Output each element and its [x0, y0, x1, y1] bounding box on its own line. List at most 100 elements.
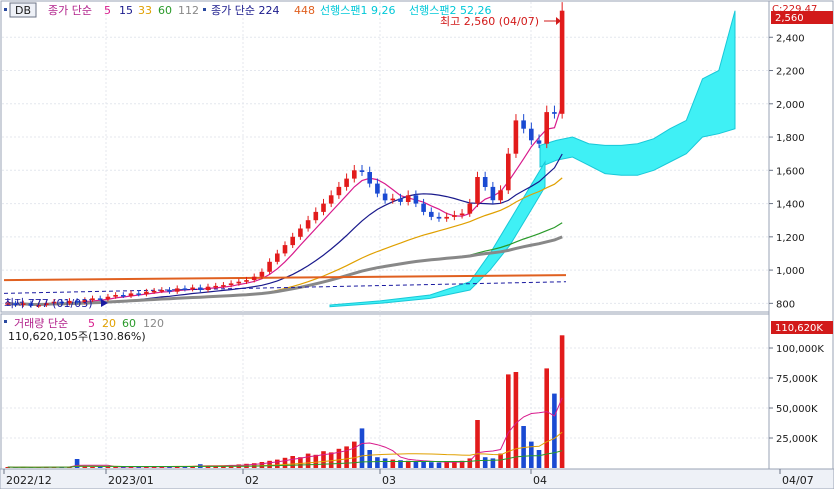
volume-bar: [282, 457, 288, 468]
candle-body: [151, 290, 157, 293]
ma2-period-448: 448: [294, 4, 315, 17]
candle-body: [267, 261, 272, 272]
candle-body: [482, 177, 488, 187]
candle-body: [190, 287, 195, 290]
candle-body: [228, 283, 234, 286]
candle-body: [382, 193, 388, 201]
volume-bar: [513, 372, 519, 468]
candle-body: [536, 140, 542, 144]
candle-body: [405, 195, 411, 202]
candle-body: [552, 112, 557, 114]
low-label: 최저 777 (01/03): [4, 297, 93, 310]
candle-body: [436, 216, 442, 219]
candle-body: [244, 280, 249, 282]
symbol-label: DB: [15, 4, 31, 17]
stock-chart-window: 2,400 2,200 2,000 1,800 1,600 1,400 1,200 1,000…: [0, 0, 834, 490]
candle-body: [375, 183, 380, 194]
vol-period-60: 60: [122, 317, 136, 330]
candle-body: [344, 178, 349, 187]
volume-bar: [275, 459, 280, 468]
volume-bar: [429, 462, 434, 468]
background: [0, 0, 834, 489]
candle-body: [275, 253, 280, 262]
candle-body: [459, 213, 465, 216]
candle-body: [336, 186, 342, 196]
candle-body: [429, 211, 434, 217]
candle-body: [444, 216, 449, 219]
x-tick-label: 04/07: [782, 474, 814, 487]
candle-body: [544, 112, 549, 144]
candle-body: [113, 295, 118, 297]
candle-body: [490, 186, 496, 201]
volume-tick-label: 50,000K: [776, 404, 818, 415]
candle-body: [413, 195, 419, 204]
last-price-badge-text: 2,560: [775, 13, 804, 24]
vol-period-5: 5: [88, 317, 95, 330]
candle-body: [144, 291, 149, 295]
legend-square-icon: [4, 8, 7, 11]
x-tick-label: 02: [245, 474, 259, 487]
price-tick-label: 1,000: [776, 266, 805, 277]
candle-body: [498, 190, 503, 201]
last-price-badge: 2,560: [771, 11, 833, 24]
candle-body: [313, 211, 319, 221]
price-tick-label: 1,200: [776, 233, 805, 244]
candle-body: [159, 290, 165, 292]
x-tick-label: 03: [382, 474, 396, 487]
candle-body: [359, 170, 365, 172]
price-tick-label: 1,400: [776, 200, 805, 211]
price-tick-label: 1,800: [776, 133, 805, 144]
x-tick-label: 04: [533, 474, 547, 487]
volume-bar: [367, 450, 372, 468]
price-tick-label: 2,000: [776, 100, 805, 111]
volume-bar: [436, 462, 442, 468]
volume-bar: [290, 456, 295, 468]
volume-bar: [506, 374, 511, 468]
volume-tick-label: 100,000K: [776, 344, 824, 355]
x-tick-label: 2022/12: [6, 474, 52, 487]
ma-period-5: 5: [104, 4, 111, 17]
volume-bar: [413, 461, 419, 468]
volume-bar: [82, 466, 88, 468]
candle-body: [298, 228, 303, 237]
candle-body: [236, 281, 242, 284]
candle-body: [305, 220, 311, 229]
price-tick-label: 2,400: [776, 33, 805, 44]
volume-bar: [305, 453, 311, 468]
price-tick-label: 1,600: [776, 166, 805, 177]
volume-bar: [529, 441, 534, 468]
volume-bar: [267, 460, 272, 468]
candle-body: [167, 290, 172, 292]
candle-body: [398, 198, 403, 202]
volume-bar: [352, 441, 357, 468]
ma-period-15: 15: [119, 4, 133, 17]
legend-square-icon-2: [203, 8, 206, 11]
ma-period-33: 33: [138, 4, 152, 17]
candle-body: [559, 10, 565, 114]
candle-body: [452, 215, 457, 217]
candle-body: [121, 295, 126, 297]
span1-label: 선행스팬1 9,26: [320, 4, 395, 17]
volume-tick-label: 25,000K: [776, 434, 818, 445]
volume-bar: [382, 458, 388, 468]
candle-body: [136, 293, 141, 295]
candle-body: [182, 288, 188, 290]
candle-body: [198, 287, 203, 290]
candle-body: [259, 271, 265, 277]
volume-title: 거래량 단순: [14, 317, 68, 330]
volume-bar: [375, 457, 380, 468]
candle-body: [128, 293, 134, 296]
volume-last-value: 110,620,105주(130.86%): [8, 330, 146, 343]
candle-body: [421, 203, 426, 212]
volume-bar: [444, 462, 449, 468]
last-volume-badge-text: 110,620K: [775, 323, 823, 334]
volume-bar: [482, 457, 488, 468]
candle-body: [506, 153, 511, 191]
candle-body: [529, 128, 534, 141]
candle-body: [213, 285, 218, 288]
chart-svg: 2,400 2,200 2,000 1,800 1,600 1,400 1,200 1,000…: [0, 0, 834, 490]
candle-body: [390, 198, 396, 201]
last-volume-badge: 110,620K: [771, 321, 833, 334]
x-tick-label: 2023/01: [108, 474, 154, 487]
candle-body: [282, 245, 288, 254]
